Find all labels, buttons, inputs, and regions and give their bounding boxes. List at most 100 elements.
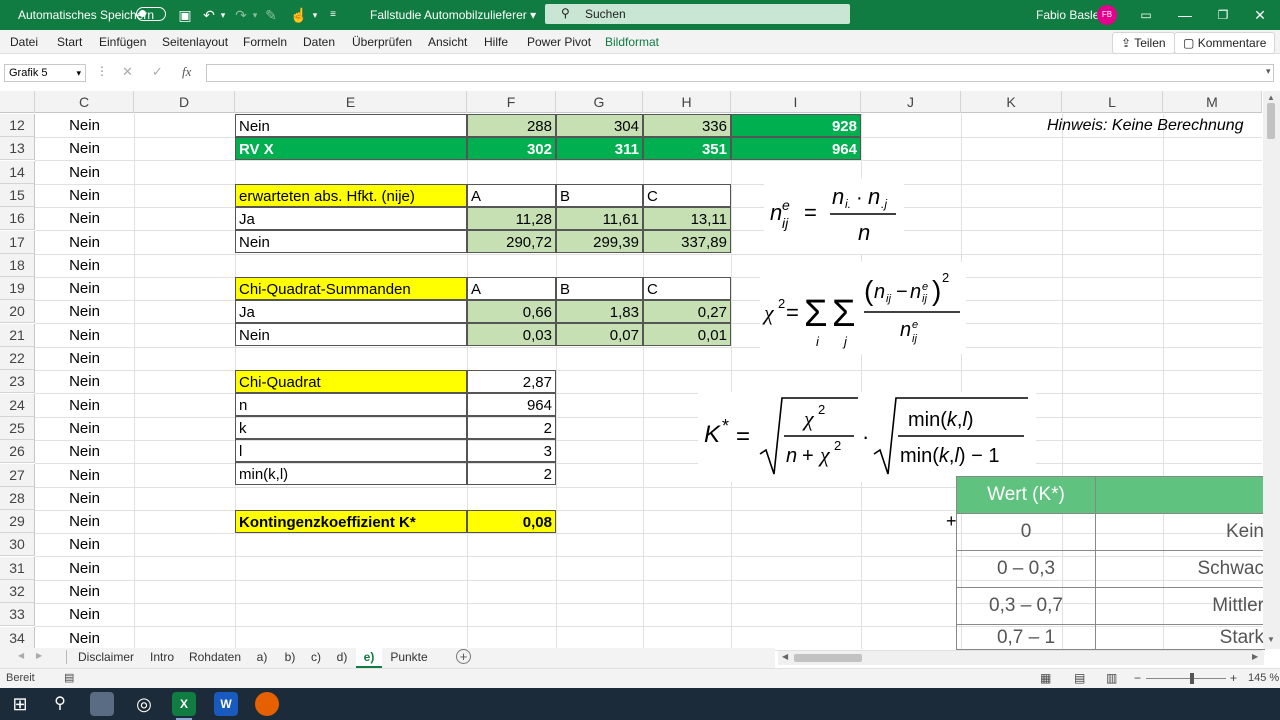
cell-c12[interactable]: Nein <box>35 114 134 137</box>
name-box[interactable]: Grafik 5 ▾ <box>4 64 86 82</box>
row-header[interactable]: 18 <box>0 254 35 277</box>
app-icon[interactable] <box>90 692 114 716</box>
touch-dropdown-icon[interactable]: ▾ <box>306 6 324 24</box>
cell-h12[interactable]: 336 <box>643 114 731 137</box>
cell-f25[interactable]: 2 <box>467 416 556 439</box>
row-header[interactable]: 19 <box>0 277 35 300</box>
row-header[interactable]: 21 <box>0 324 35 347</box>
windows-start-icon[interactable]: ⊞ <box>8 692 32 716</box>
cell-e13[interactable]: RV X <box>235 137 467 160</box>
page-layout-view-icon[interactable]: ▤ <box>1074 671 1085 685</box>
column-header[interactable]: L <box>1062 91 1163 113</box>
firefox-icon[interactable] <box>255 692 279 716</box>
expand-formula-icon[interactable]: ▾ <box>1266 66 1271 77</box>
search-box[interactable]: ⚲ Suchen <box>545 4 850 24</box>
cell-c32[interactable]: Nein <box>35 580 134 603</box>
sheet-tab-disclaimer[interactable]: Disclaimer <box>70 648 142 666</box>
cell-h17[interactable]: 337,89 <box>643 230 731 253</box>
cell-e16[interactable]: Ja <box>235 207 467 230</box>
column-header[interactable]: F <box>467 91 556 113</box>
zoom-slider-thumb[interactable] <box>1190 673 1194 684</box>
cell-c22[interactable]: Nein <box>35 347 134 370</box>
zoom-level[interactable]: 145 % <box>1248 672 1279 684</box>
close-icon[interactable]: ✕ <box>1242 0 1278 30</box>
cell-h19[interactable]: C <box>643 277 731 300</box>
cell-c18[interactable]: Nein <box>35 254 134 277</box>
cell-f19[interactable]: A <box>467 277 556 300</box>
cell-f16[interactable]: 11,28 <box>467 207 556 230</box>
row-header[interactable]: 16 <box>0 207 35 230</box>
autosave-toggle[interactable] <box>136 7 166 21</box>
cell-h21[interactable]: 0,01 <box>643 323 731 346</box>
tab-formeln[interactable]: Formeln <box>243 30 287 54</box>
column-header[interactable]: E <box>235 91 467 113</box>
cell-c20[interactable]: Nein <box>35 300 134 323</box>
cell-e12[interactable]: Nein <box>235 114 467 137</box>
row-header[interactable]: 33 <box>0 603 35 626</box>
contingency-coefficient-formula-image[interactable]: K * = χ 2 n + χ 2 · min(k,l) min(k,l) − … <box>698 392 1036 482</box>
row-header[interactable]: 20 <box>0 300 35 323</box>
search-icon[interactable]: ⚲ <box>48 692 72 716</box>
scroll-up-icon[interactable]: ▲ <box>1267 93 1275 102</box>
tab-seitenlayout[interactable]: Seitenlayout <box>162 30 228 54</box>
cell-f15[interactable]: A <box>467 184 556 207</box>
cell-c14[interactable]: Nein <box>35 161 134 184</box>
column-header[interactable]: I <box>731 91 861 113</box>
comments-button[interactable]: ▢ Kommentare <box>1174 32 1276 54</box>
document-title[interactable]: Fallstudie Automobilzulieferer ▾ <box>370 0 536 30</box>
ribbon-display-icon[interactable]: ▭ <box>1128 0 1164 30</box>
column-header[interactable]: M <box>1163 91 1262 113</box>
confirm-entry-icon[interactable]: ✓ <box>152 64 163 80</box>
cell-i12[interactable]: 928 <box>731 114 861 137</box>
select-all-corner[interactable] <box>0 91 35 113</box>
customize-toolbar-icon[interactable]: ≡ <box>324 6 342 24</box>
cell-c31[interactable]: Nein <box>35 557 134 580</box>
word-icon[interactable]: W <box>214 692 238 716</box>
sheet-tab-intro[interactable]: Intro <box>144 648 180 666</box>
cell-e17[interactable]: Nein <box>235 230 467 253</box>
cell-g19[interactable]: B <box>556 277 643 300</box>
formula-input[interactable] <box>206 64 1274 82</box>
tab-datei[interactable]: Datei <box>10 30 38 54</box>
cell-g21[interactable]: 0,07 <box>556 323 643 346</box>
excel-icon[interactable]: X <box>172 692 196 716</box>
tab-scroll-right-icon[interactable]: ▶ <box>36 651 42 660</box>
cell-f23[interactable]: 2,87 <box>467 370 556 393</box>
column-header[interactable]: G <box>556 91 643 113</box>
cell-c33[interactable]: Nein <box>35 603 134 626</box>
cell-c13[interactable]: Nein <box>35 137 134 160</box>
cell-c24[interactable]: Nein <box>35 394 134 417</box>
cell-c26[interactable]: Nein <box>35 440 134 463</box>
cell-c21[interactable]: Nein <box>35 324 134 347</box>
page-break-view-icon[interactable]: ▥ <box>1106 671 1117 685</box>
cell-c19[interactable]: Nein <box>35 277 134 300</box>
column-header[interactable]: J <box>861 91 961 113</box>
sheet-tab-d[interactable]: d) <box>330 648 354 666</box>
cell-g15[interactable]: B <box>556 184 643 207</box>
zoom-out-icon[interactable]: − <box>1134 671 1141 685</box>
row-header[interactable]: 23 <box>0 370 35 393</box>
cancel-entry-icon[interactable]: ✕ <box>122 64 133 80</box>
tab-einfuegen[interactable]: Einfügen <box>99 30 146 54</box>
horizontal-scroll-thumb[interactable] <box>794 654 862 662</box>
tab-ueberpruefen[interactable]: Überprüfen <box>352 30 412 54</box>
vertical-scroll-thumb[interactable] <box>1267 103 1275 139</box>
avatar[interactable]: FB <box>1097 5 1117 25</box>
cell-h20[interactable]: 0,27 <box>643 300 731 323</box>
row-header[interactable]: 34 <box>0 627 35 650</box>
cell-e19[interactable]: Chi-Quadrat-Summanden <box>235 277 467 300</box>
cell-h15[interactable]: C <box>643 184 731 207</box>
chevron-down-icon[interactable]: ▾ <box>76 65 81 81</box>
cell-e20[interactable]: Ja <box>235 300 467 323</box>
cell-h13[interactable]: 351 <box>643 137 731 160</box>
tab-scroll-left-icon[interactable]: ◀ <box>18 651 24 660</box>
column-header[interactable]: D <box>134 91 235 113</box>
tab-bildformat[interactable]: Bildformat <box>605 30 659 54</box>
cell-c28[interactable]: Nein <box>35 487 134 510</box>
sheet-tab-c[interactable]: c) <box>304 648 328 666</box>
cell-g16[interactable]: 11,61 <box>556 207 643 230</box>
cell-c17[interactable]: Nein <box>35 231 134 254</box>
sheet-tab-b[interactable]: b) <box>278 648 302 666</box>
cell-f27[interactable]: 2 <box>467 462 556 485</box>
vertical-scrollbar[interactable]: ▲ ▼ <box>1263 91 1280 649</box>
